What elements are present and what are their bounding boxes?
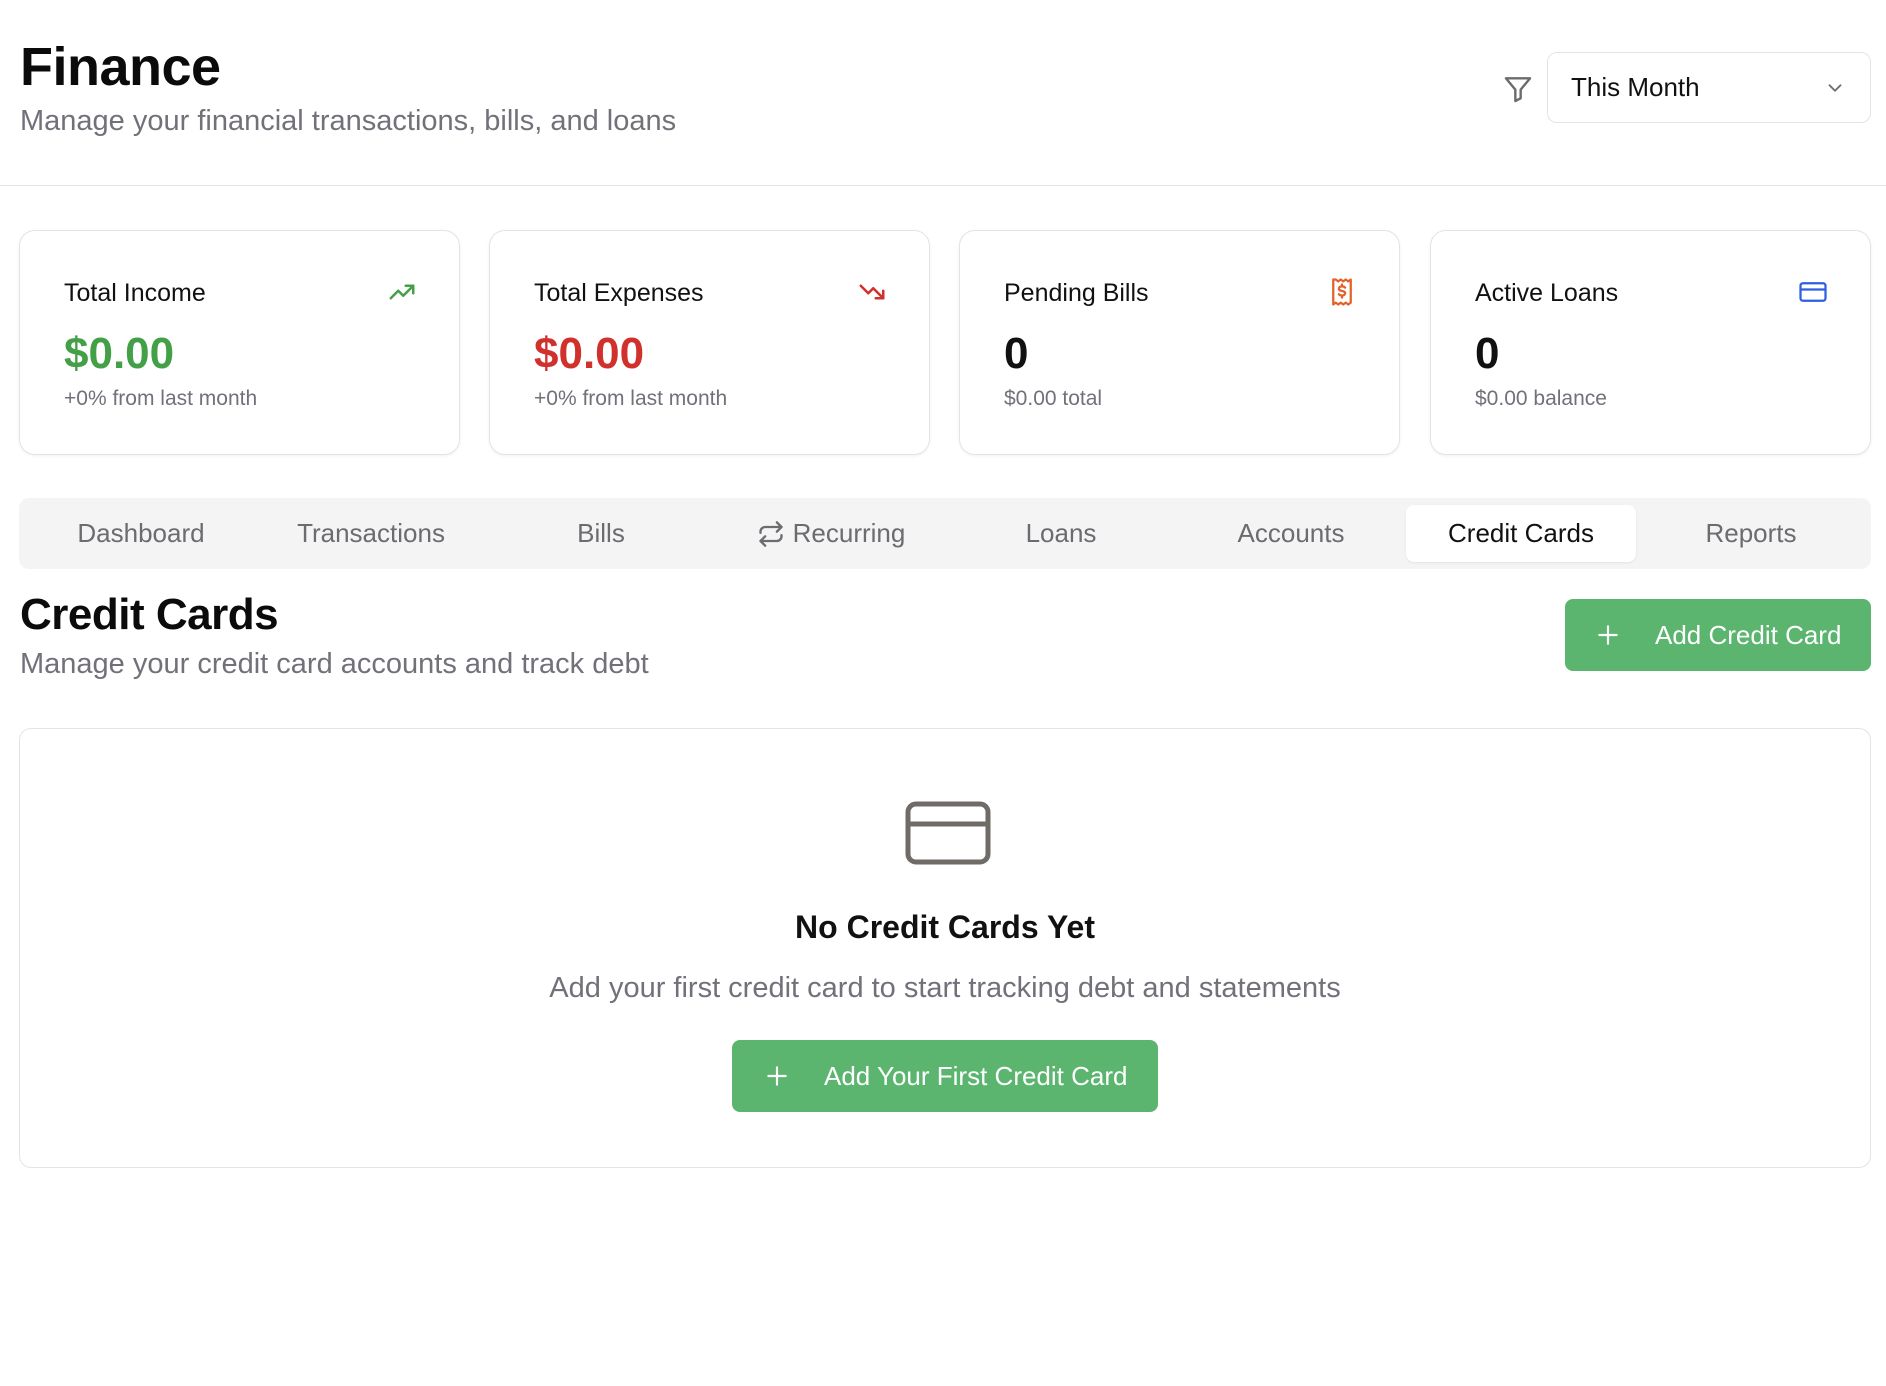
tab-label: Accounts bbox=[1237, 518, 1345, 548]
filter-icon[interactable] bbox=[1502, 73, 1534, 105]
stat-value: 0 bbox=[1475, 329, 1500, 378]
trending-up-icon bbox=[389, 284, 415, 300]
stat-note: $0.00 balance bbox=[1475, 387, 1607, 410]
empty-state-text: Add your first credit card to start trac… bbox=[549, 972, 1341, 1004]
stat-value: $0.00 bbox=[534, 329, 645, 378]
tab-label: Loans bbox=[1025, 518, 1097, 548]
tab-label: Reports bbox=[1705, 518, 1797, 548]
add-credit-card-label: Add Credit Card bbox=[1655, 619, 1842, 650]
empty-state-panel: No Credit Cards Yet Add your first credi… bbox=[19, 728, 1871, 1168]
period-select[interactable]: This Month bbox=[1547, 52, 1871, 123]
stat-label: Total Expenses bbox=[534, 279, 704, 307]
empty-state-title: No Credit Cards Yet bbox=[795, 909, 1095, 945]
page-title: Finance bbox=[20, 37, 221, 97]
plus-icon bbox=[767, 1066, 787, 1086]
section-subtitle: Manage your credit card accounts and tra… bbox=[20, 648, 649, 680]
tab-transactions[interactable]: Transactions bbox=[256, 505, 486, 562]
page-subtitle: Manage your financial transactions, bill… bbox=[20, 105, 677, 137]
stat-card-active-loans: Active Loans 0 $0.00 balance bbox=[1430, 230, 1871, 455]
chevron-down-icon bbox=[1828, 84, 1842, 92]
tab-label: Dashboard bbox=[77, 518, 205, 548]
stat-value: $0.00 bbox=[64, 329, 175, 378]
section-title: Credit Cards bbox=[20, 590, 279, 639]
stat-label: Pending Bills bbox=[1004, 279, 1149, 307]
tab-dashboard[interactable]: Dashboard bbox=[26, 505, 256, 562]
finance-page: Finance Manage your financial transactio… bbox=[0, 0, 1886, 1386]
stat-card-total-expenses: Total Expenses $0.00 +0% from last month bbox=[489, 230, 930, 455]
tab-reports[interactable]: Reports bbox=[1636, 505, 1866, 562]
tab-bar: Dashboard Transactions Bills Recurring L… bbox=[19, 498, 1871, 569]
stat-card-pending-bills: Pending Bills 0 $0.00 total bbox=[959, 230, 1400, 455]
credit-card-icon bbox=[905, 801, 991, 865]
stat-card-total-income: Total Income $0.00 +0% from last month bbox=[19, 230, 460, 455]
add-first-credit-card-button[interactable]: Add Your First Credit Card bbox=[732, 1040, 1158, 1112]
tab-label: Recurring bbox=[792, 518, 906, 548]
tab-credit-cards[interactable]: Credit Cards bbox=[1406, 505, 1636, 562]
stat-label: Active Loans bbox=[1475, 279, 1619, 307]
tab-bills[interactable]: Bills bbox=[486, 505, 716, 562]
tab-label: Transactions bbox=[297, 518, 445, 548]
tab-loans[interactable]: Loans bbox=[946, 505, 1176, 562]
tab-recurring[interactable]: Recurring bbox=[716, 505, 946, 562]
page-header: Finance Manage your financial transactio… bbox=[0, 0, 1886, 186]
stat-note: $0.00 total bbox=[1004, 387, 1103, 410]
tab-label: Credit Cards bbox=[1448, 518, 1594, 548]
repeat-icon bbox=[758, 520, 783, 547]
tab-label: Bills bbox=[577, 518, 625, 548]
stat-label: Total Income bbox=[64, 279, 206, 307]
plus-icon bbox=[1598, 625, 1618, 645]
receipt-icon bbox=[1332, 278, 1352, 306]
period-select-value: This Month bbox=[1571, 72, 1700, 102]
stat-value: 0 bbox=[1004, 329, 1029, 378]
add-first-credit-card-label: Add Your First Credit Card bbox=[824, 1060, 1128, 1091]
tab-accounts[interactable]: Accounts bbox=[1176, 505, 1406, 562]
stat-note: +0% from last month bbox=[64, 387, 258, 410]
stat-note: +0% from last month bbox=[534, 387, 728, 410]
add-credit-card-button[interactable]: Add Credit Card bbox=[1565, 599, 1871, 671]
trending-down-icon bbox=[859, 284, 885, 300]
credit-card-icon bbox=[1799, 282, 1827, 302]
